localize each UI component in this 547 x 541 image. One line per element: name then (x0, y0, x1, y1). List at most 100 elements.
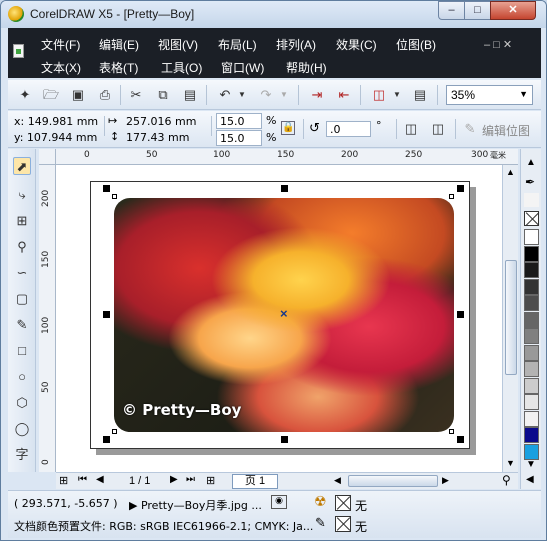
menu-layout[interactable]: 布局(L) (218, 36, 257, 53)
menu-window[interactable]: 窗口(W) (221, 59, 264, 76)
scroll-left-icon[interactable]: ◀ (334, 475, 341, 486)
selection-handle-right[interactable] (457, 311, 464, 318)
smart-fill-tool-icon[interactable]: ▢ (13, 290, 31, 308)
mdi-window-controls[interactable]: – □ ✕ (484, 38, 512, 51)
y-position-field[interactable]: y: 107.944 mm (14, 131, 97, 144)
pick-tool-icon[interactable]: ⬈ (13, 157, 31, 175)
smart-drawing-tool-icon[interactable]: ✎ (13, 316, 31, 334)
add-page-icon[interactable]: ⊞ (59, 474, 68, 487)
selection-handle-top-left[interactable] (103, 185, 110, 192)
color-swatch[interactable] (524, 245, 539, 262)
color-swatch[interactable] (524, 344, 539, 361)
edit-bitmap-button[interactable]: 编辑位图 (482, 122, 530, 139)
palette-scroll-up-icon[interactable]: ▲ (526, 157, 536, 168)
edit-bitmap-icon[interactable]: ✎ (462, 121, 478, 137)
publish-icon[interactable]: ◫ (371, 87, 387, 103)
color-swatch[interactable] (524, 427, 539, 443)
height-field[interactable]: 177.43 mm (126, 131, 189, 144)
x-position-field[interactable]: x: 149.981 mm (14, 115, 98, 128)
export-icon[interactable]: ⇤ (336, 87, 352, 103)
mirror-vertical-icon[interactable]: ◫ (430, 121, 446, 137)
zoom-tool-icon[interactable]: ⚲ (13, 238, 31, 256)
color-swatch[interactable] (524, 311, 539, 328)
corner-node-handle[interactable] (449, 429, 454, 434)
image-mode-icon[interactable]: ◉ (271, 495, 287, 509)
vertical-scrollbar[interactable]: ▲ ▼ (502, 165, 518, 472)
horizontal-scroll-thumb[interactable] (348, 475, 438, 487)
paste-icon[interactable]: ▤ (182, 87, 198, 103)
menu-edit[interactable]: 编辑(E) (99, 36, 139, 53)
menu-text[interactable]: 文本(X) (41, 59, 81, 76)
text-tool-icon[interactable]: 字 (13, 446, 31, 464)
corner-node-handle[interactable] (112, 429, 117, 434)
import-icon[interactable]: ⇥ (309, 87, 325, 103)
color-swatch[interactable] (524, 229, 539, 245)
redo-dropdown-icon[interactable]: ▼ (276, 87, 292, 103)
save-icon[interactable]: ▣ (70, 87, 86, 103)
no-color-swatch[interactable] (524, 211, 539, 226)
palette-scroll-down-icon[interactable]: ▼ (526, 459, 536, 470)
scroll-down-icon[interactable]: ▼ (506, 458, 515, 468)
copy-icon[interactable]: ⧉ (155, 87, 171, 103)
freehand-tool-icon[interactable]: ∽ (13, 264, 31, 282)
maximize-button[interactable]: □ (464, 1, 491, 20)
width-field[interactable]: 257.016 mm (126, 115, 196, 128)
color-swatch[interactable] (524, 394, 539, 410)
horizontal-ruler[interactable]: 0 50 100 150 200 250 300 毫米 (56, 149, 518, 165)
rotation-input[interactable]: .0 (326, 121, 371, 137)
crop-tool-icon[interactable]: ⊞ (13, 212, 31, 230)
last-page-icon[interactable]: ⏭ (186, 474, 195, 485)
first-page-icon[interactable]: ⏮ (78, 474, 87, 485)
eyedropper-icon[interactable]: ✒ (525, 175, 535, 189)
menu-table[interactable]: 表格(T) (99, 59, 138, 76)
navigator-zoom-icon[interactable]: ⚲ (502, 473, 511, 487)
menu-bitmaps[interactable]: 位图(B) (396, 36, 436, 53)
polygon-tool-icon[interactable]: ⬡ (13, 394, 31, 412)
shape-tool-icon[interactable]: ⤷ (13, 186, 31, 204)
selection-handle-bottom[interactable] (281, 436, 288, 443)
ruler-origin[interactable] (39, 149, 56, 165)
ellipse-tool-icon[interactable]: ○ (13, 368, 31, 386)
selection-handle-top[interactable] (281, 185, 288, 192)
open-icon[interactable]: 🗁 (43, 87, 59, 103)
drawing-canvas[interactable]: © Pretty—Boy × (56, 165, 518, 472)
scroll-right-icon[interactable]: ▶ (442, 475, 449, 486)
mirror-horizontal-icon[interactable]: ◫ (403, 121, 419, 137)
next-page-icon[interactable]: ▶ (170, 474, 178, 485)
menu-arrange[interactable]: 排列(A) (276, 36, 316, 53)
color-swatch[interactable] (524, 410, 539, 427)
basic-shapes-tool-icon[interactable]: ◯ (13, 420, 31, 438)
color-swatch[interactable] (524, 262, 539, 278)
selection-handle-top-right[interactable] (457, 185, 464, 192)
corner-node-handle[interactable] (112, 194, 117, 199)
new-icon[interactable]: ✦ (17, 87, 33, 103)
minimize-button[interactable]: – (438, 1, 465, 20)
print-icon[interactable]: ⎙ (97, 87, 113, 103)
add-page-after-icon[interactable]: ⊞ (206, 474, 215, 487)
palette-flyout[interactable] (524, 193, 539, 207)
selection-handle-left[interactable] (103, 311, 110, 318)
color-swatch[interactable] (524, 361, 539, 377)
page-tab[interactable]: 页 1 (232, 474, 278, 489)
scale-width-input[interactable]: 15.0 (216, 113, 262, 129)
app-launcher-icon[interactable]: ▤ (412, 87, 428, 103)
color-swatch[interactable] (524, 295, 539, 311)
redo-icon[interactable]: ↷ (258, 87, 274, 103)
zoom-level-select[interactable]: 35% ▼ (446, 85, 533, 105)
corner-node-handle[interactable] (449, 194, 454, 199)
vertical-scroll-thumb[interactable] (505, 260, 517, 375)
color-swatch[interactable] (524, 443, 539, 460)
menu-file[interactable]: 文件(F) (41, 36, 80, 53)
scale-height-input[interactable]: 15.0 (216, 130, 262, 146)
publish-dropdown-icon[interactable]: ▼ (389, 87, 405, 103)
selection-handle-bottom-left[interactable] (103, 436, 110, 443)
cut-icon[interactable]: ✂ (128, 87, 144, 103)
color-swatch[interactable] (524, 278, 539, 295)
menu-tools[interactable]: 工具(O) (161, 59, 202, 76)
document-icon[interactable] (13, 44, 24, 58)
fill-none-swatch[interactable] (335, 495, 351, 511)
selection-handle-bottom-right[interactable] (457, 436, 464, 443)
lock-ratio-icon[interactable]: 🔒 (281, 121, 295, 135)
color-profile-info[interactable]: 文档颜色预置文件: RGB: sRGB IEC61966-2.1; CMYK: … (14, 518, 313, 534)
rectangle-tool-icon[interactable]: □ (13, 342, 31, 360)
